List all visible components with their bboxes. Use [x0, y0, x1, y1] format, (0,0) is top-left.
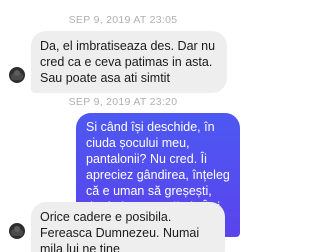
avatar-photo-shape [14, 226, 20, 232]
avatar-photo-shape [14, 70, 20, 76]
incoming-message-bubble[interactable]: Da, el imbratiseaza des. Dar nu cred ca … [31, 31, 227, 93]
message-timestamp: SEP 9, 2019 AT 23:05 [68, 14, 178, 26]
incoming-message-bubble[interactable]: Orice cadere e posibila. Fereasca Dumnez… [31, 202, 225, 252]
contact-avatar[interactable] [9, 223, 25, 239]
contact-avatar[interactable] [9, 67, 25, 83]
message-timestamp: SEP 9, 2019 AT 23:20 [68, 96, 178, 108]
chat-thread: SEP 9, 2019 AT 23:05 Da, el imbratiseaza… [0, 0, 246, 252]
